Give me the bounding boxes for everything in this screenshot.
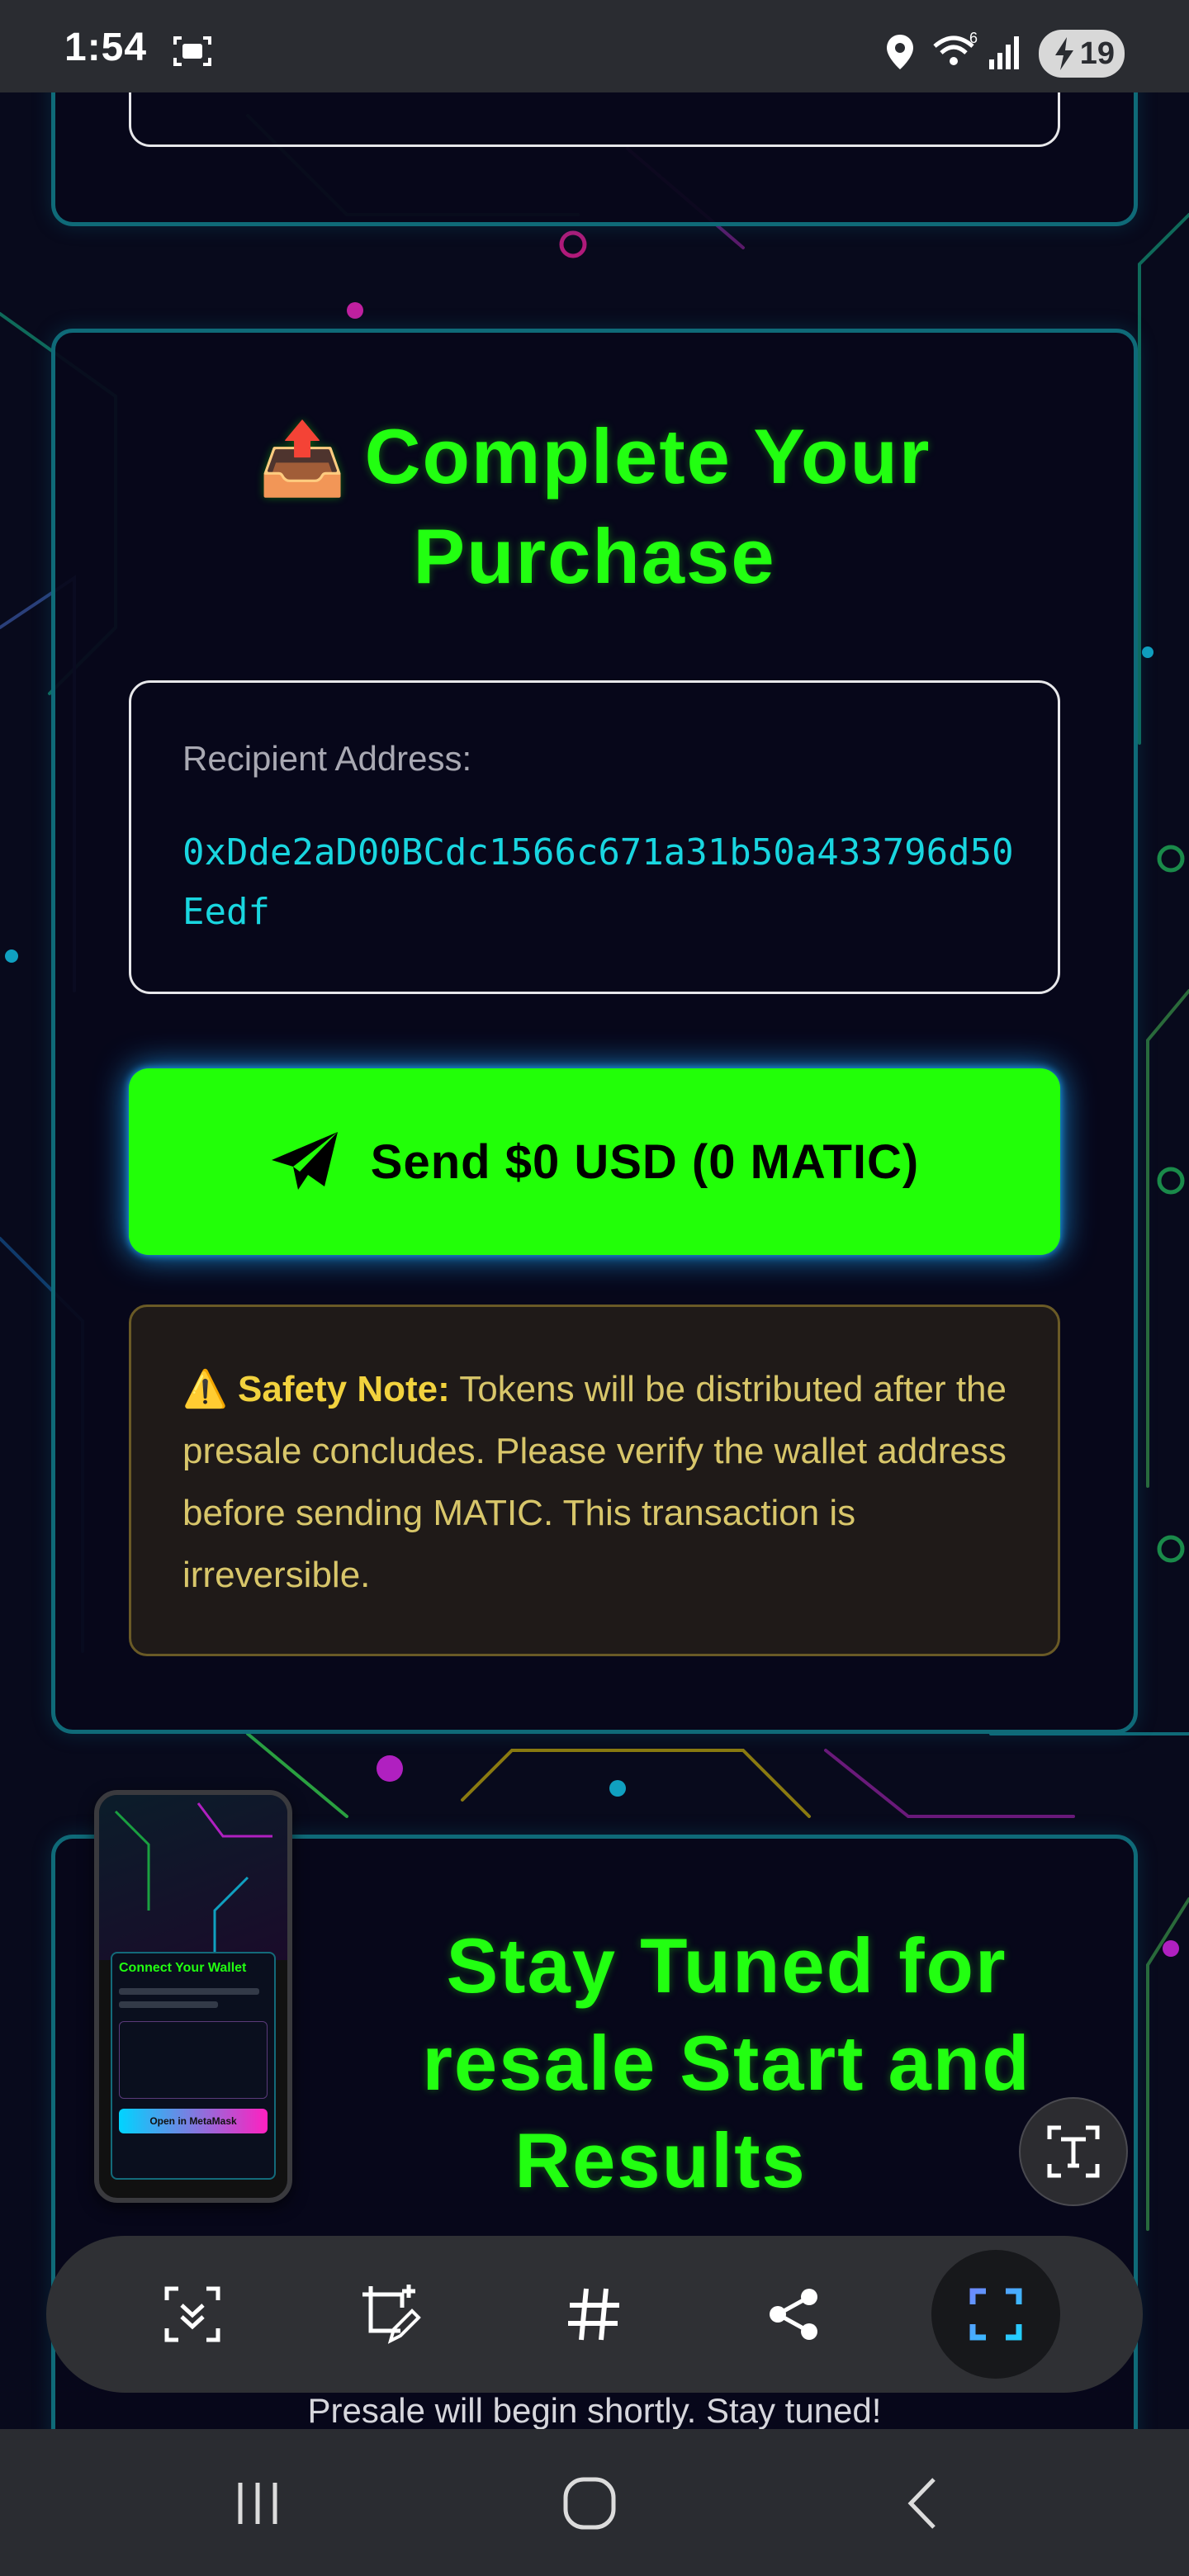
thumbnail-box bbox=[119, 2021, 268, 2099]
hashtag-icon bbox=[568, 2288, 619, 2341]
recipient-address-box: Recipient Address: 0xDde2aD00BCdc1566c67… bbox=[129, 680, 1060, 994]
send-button[interactable]: Send $0 USD (0 MATIC) bbox=[129, 1068, 1060, 1255]
purchase-title-line2: Purchase bbox=[413, 513, 776, 599]
stay-tuned-line2: resale Start and bbox=[422, 2020, 1031, 2106]
safety-note-title: Safety Note: bbox=[238, 1369, 450, 1409]
back-button[interactable] bbox=[874, 2462, 973, 2545]
smart-select-icon bbox=[164, 2286, 220, 2342]
extract-text-button[interactable] bbox=[1019, 2097, 1128, 2206]
draw-button[interactable] bbox=[339, 2262, 443, 2366]
recipient-label: Recipient Address: bbox=[182, 739, 472, 778]
screenshot-thumbnail[interactable]: Connect Your Wallet Open in MetaMask bbox=[94, 1790, 292, 2203]
screen-record-icon bbox=[173, 36, 211, 66]
stay-tuned-subtext: Presale will begin shortly. Stay tuned! bbox=[307, 2391, 882, 2430]
share-icon bbox=[770, 2289, 817, 2340]
bolt-icon bbox=[1054, 37, 1073, 70]
draw-crop-icon bbox=[362, 2285, 421, 2344]
wifi-icon: 6 bbox=[933, 31, 978, 65]
thumbnail-background bbox=[99, 1795, 287, 1960]
status-time: 1:54 bbox=[64, 26, 148, 69]
stay-tuned-line1: Stay Tuned for bbox=[446, 1922, 1007, 2009]
home-icon bbox=[563, 2477, 616, 2530]
svg-text:6: 6 bbox=[969, 31, 978, 46]
purchase-title-line1: Complete Your bbox=[364, 413, 931, 500]
thumbnail-header: Connect Your Wallet bbox=[119, 1961, 247, 1975]
screenshot-toolbar bbox=[46, 2236, 1143, 2393]
back-icon bbox=[907, 2478, 936, 2529]
navigation-bar bbox=[0, 2429, 1189, 2576]
battery-level: 19 bbox=[1079, 36, 1115, 71]
recent-apps-button[interactable] bbox=[208, 2462, 307, 2545]
thumbnail-card: Connect Your Wallet Open in MetaMask bbox=[111, 1952, 276, 2180]
warning-icon: ⚠️ bbox=[182, 1369, 228, 1409]
signal-icon bbox=[989, 36, 1019, 69]
battery-charging-icon: 19 bbox=[1039, 30, 1125, 78]
recent-apps-icon bbox=[238, 2483, 277, 2524]
paper-plane-icon bbox=[271, 1132, 338, 1190]
outbox-emoji: 📤 bbox=[258, 419, 348, 499]
thumbnail-line bbox=[119, 1988, 259, 1995]
smart-select-button[interactable] bbox=[140, 2262, 244, 2366]
home-button[interactable] bbox=[540, 2462, 639, 2545]
purchase-title: 📤 Complete Your Purchase bbox=[0, 408, 1189, 605]
recipient-address[interactable]: 0xDde2aD00BCdc1566c671a31b50a433796d50Ee… bbox=[182, 823, 1016, 942]
share-button[interactable] bbox=[741, 2262, 846, 2366]
tag-button[interactable] bbox=[542, 2262, 646, 2366]
safety-note: ⚠️ Safety Note: Tokens will be distribut… bbox=[129, 1305, 1060, 1656]
text-scan-icon bbox=[1047, 2125, 1100, 2178]
location-icon bbox=[887, 35, 913, 69]
capture-button[interactable] bbox=[931, 2250, 1060, 2379]
status-bar: 1:54 6 19 bbox=[0, 0, 1189, 92]
capture-icon bbox=[969, 2288, 1022, 2341]
thumbnail-circuit bbox=[114, 1802, 272, 1952]
thumbnail-line bbox=[119, 2001, 218, 2008]
thumbnail-button: Open in MetaMask bbox=[119, 2109, 268, 2133]
send-button-label: Send $0 USD (0 MATIC) bbox=[370, 1134, 920, 1189]
stay-tuned-line3: Results bbox=[514, 2117, 807, 2204]
